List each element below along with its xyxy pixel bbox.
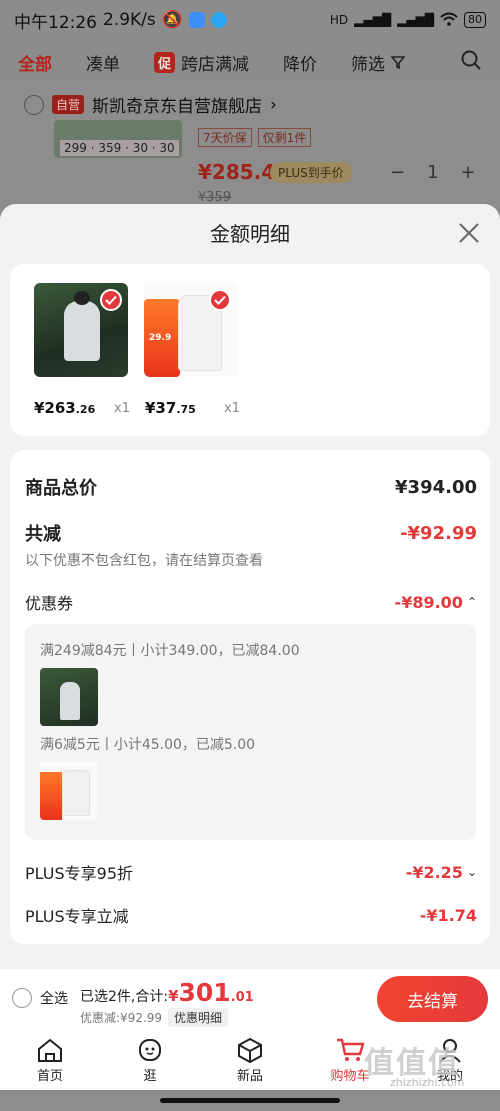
stock-tag: 仅剩1件: [257, 128, 312, 147]
search-button[interactable]: [460, 49, 482, 76]
minus-button[interactable]: −: [390, 162, 405, 183]
promo-chip: 促: [154, 51, 176, 73]
home-icon: [38, 1038, 62, 1062]
status-time: 中午12:26: [14, 12, 97, 33]
detail-button[interactable]: 优惠明细: [168, 1008, 229, 1027]
cart-icon: [337, 1038, 365, 1061]
plus-price-badge: PLUS到手价: [270, 162, 352, 183]
chevron-right-icon: ›: [270, 94, 277, 115]
reduce-note: 以下优惠不包含红包，请在结算页查看: [25, 553, 263, 569]
cube-icon: [238, 1037, 262, 1063]
plus95-label: PLUS专享95折: [25, 864, 133, 883]
product-price: ¥263.26: [34, 399, 96, 417]
checkout-total: 301: [178, 978, 231, 1007]
reduce-label: 共减: [25, 524, 61, 545]
nav-home[interactable]: 首页: [0, 1030, 100, 1090]
app-icon-chat: [210, 12, 227, 28]
close-icon: [459, 223, 479, 243]
close-button[interactable]: [456, 220, 482, 246]
coupon-product-thumb: [40, 762, 98, 820]
coupon-product-thumb: [40, 668, 98, 726]
tab-bundle[interactable]: 凑单: [86, 50, 120, 75]
reduce-value: -¥92.99: [400, 522, 477, 544]
selected-check-icon: [209, 289, 231, 311]
promo-price-label: 29.9: [149, 333, 172, 343]
mute-icon: 🔕: [161, 10, 183, 30]
coupon-label: 优惠券: [25, 594, 74, 613]
price-protect-tag: 7天价保: [198, 128, 252, 147]
signal-icon-2: ▂▄▆█: [397, 13, 434, 27]
nav-new[interactable]: 新品: [200, 1030, 300, 1090]
tab-filter[interactable]: 筛选: [351, 50, 406, 75]
chevron-up-icon: ⌃: [466, 595, 477, 609]
total-row: 商品总价 ¥394.00: [25, 474, 477, 500]
home-indicator[interactable]: [160, 1098, 340, 1103]
reduce-row: 共减 -¥92.99: [25, 520, 477, 546]
total-value: ¥394.00: [395, 476, 477, 498]
discount-summary: 优惠减:¥92.99 优惠明细: [80, 1008, 229, 1027]
watermark-url: zhizhizhi.com: [390, 1076, 465, 1089]
plus-button[interactable]: +: [461, 162, 476, 183]
select-all[interactable]: 全选: [12, 988, 68, 1008]
product-qty: x1: [224, 401, 240, 416]
plus-reduce-value: -¥1.74: [419, 905, 477, 925]
product-qty: x1: [114, 401, 130, 416]
product-price: ¥37.75: [145, 399, 196, 417]
selected-check-icon: [100, 289, 122, 311]
face-icon: [139, 1038, 161, 1061]
shop-name: 斯凯奇京东自营旗舰店: [92, 97, 263, 117]
network-label: HD: [329, 13, 349, 27]
sheet-title: 金额明细: [210, 222, 290, 246]
plus-discount-row[interactable]: PLUS专享95折 -¥2.25 ⌄: [25, 860, 477, 884]
status-bar: 中午12:26 2.9K/s 🔕 HD ▂▄▆█ ▂▄▆█ 80: [0, 0, 500, 40]
cart-filter-tabs: 全部 凑单 促 跨店满减 降价 筛选: [0, 40, 500, 84]
nav-browse[interactable]: 逛: [100, 1030, 200, 1090]
total-label: 商品总价: [25, 478, 97, 499]
tab-all[interactable]: 全部: [18, 50, 52, 75]
coupon-line: 满249减84元丨小计349.00，已减84.00: [40, 643, 300, 659]
shop-select-radio[interactable]: [24, 94, 44, 115]
coupon-line: 满6减5元丨小计45.00，已减5.00: [40, 737, 256, 753]
tab-cross-store[interactable]: 促 跨店满减: [154, 50, 249, 75]
tab-price-drop[interactable]: 降价: [283, 50, 317, 75]
selected-summary: 已选2件,合计: ¥ 301 .01: [80, 978, 254, 1007]
plus-reduce-row: PLUS专享立减 -¥1.74: [25, 903, 477, 927]
plus95-value: -¥2.25: [405, 862, 463, 882]
coupon-row[interactable]: 优惠券 -¥89.00 ⌃: [25, 590, 477, 614]
shop-header[interactable]: 自营 斯凯奇京东自营旗舰店 ›: [24, 92, 277, 117]
signal-icon: ▂▄▆█: [354, 13, 392, 27]
background-old-price: ¥359: [198, 190, 232, 205]
self-operated-tag: 自营: [52, 95, 85, 114]
background-thumb-price: 299 · 359 · 30 · 30: [60, 140, 179, 156]
quantity-stepper[interactable]: − 1 +: [390, 162, 476, 183]
status-speed: 2.9K/s: [103, 10, 156, 30]
select-all-radio[interactable]: [12, 988, 32, 1008]
select-all-label: 全选: [40, 991, 68, 1007]
app-icon-video: [188, 12, 205, 28]
discount-text: 优惠减:¥92.99: [80, 1011, 163, 1025]
chevron-down-icon: ⌄: [466, 865, 477, 879]
quantity-value: 1: [427, 162, 439, 183]
background-tags: 7天价保 仅剩1件: [198, 128, 312, 147]
filter-icon: [391, 56, 406, 69]
checkout-button[interactable]: 去结算: [377, 976, 488, 1022]
wifi-icon: [440, 12, 458, 29]
battery-indicator: 80: [464, 12, 486, 28]
search-icon: [461, 50, 481, 70]
coupon-value: -¥89.00: [394, 592, 463, 612]
plus-reduce-label: PLUS专享立减: [25, 907, 129, 926]
